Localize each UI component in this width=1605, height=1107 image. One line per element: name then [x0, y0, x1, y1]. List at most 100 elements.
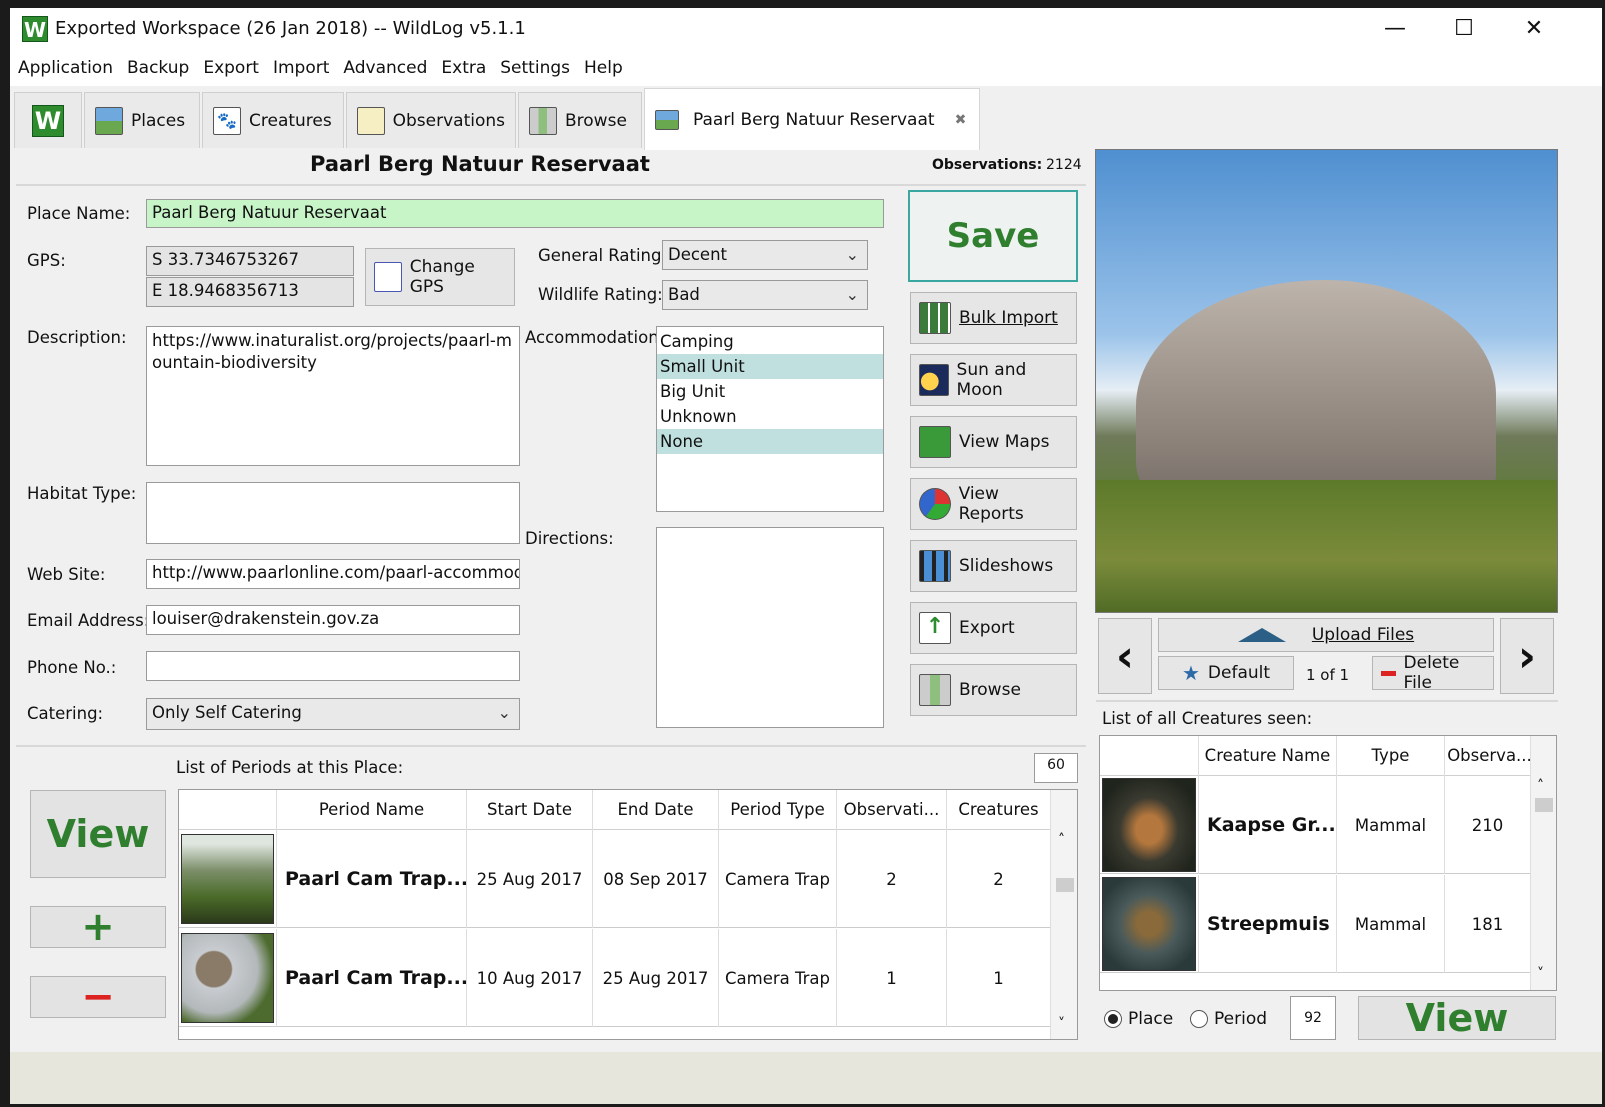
place-icon: [655, 109, 679, 130]
table-row[interactable]: Kaapse Gr... Mammal 210: [1100, 776, 1530, 874]
view-creature-button[interactable]: View: [1358, 996, 1556, 1040]
tab-browse-label: Browse: [565, 110, 627, 131]
creatures-divider: [1096, 700, 1558, 702]
next-image-button[interactable]: ›: [1500, 618, 1554, 694]
scroll-down-icon[interactable]: ˅: [1058, 1016, 1065, 1032]
directions-label: Directions:: [525, 529, 614, 548]
close-window-button[interactable]: ✕: [1504, 8, 1564, 50]
menu-advanced[interactable]: Advanced: [336, 50, 434, 86]
description-textarea[interactable]: https://www.inaturalist.org/projects/paa…: [146, 326, 520, 466]
column-header-type[interactable]: Type: [1336, 736, 1444, 776]
column-header-start-date[interactable]: Start Date: [466, 790, 592, 830]
creature-observations-cell: 210: [1444, 776, 1530, 874]
slideshows-label: Slideshows: [959, 556, 1054, 576]
column-header-creatures[interactable]: Creatures: [946, 790, 1050, 830]
tab-places-label: Places: [131, 110, 186, 131]
accommodation-option-small-unit[interactable]: Small Unit: [657, 354, 883, 379]
bulk-import-label: Bulk Import: [959, 308, 1058, 328]
menu-application[interactable]: Application: [11, 50, 120, 86]
column-header-period-name[interactable]: Period Name: [276, 790, 466, 830]
phone-input[interactable]: [146, 651, 520, 681]
filter-place-radio[interactable]: Place: [1104, 1009, 1173, 1029]
accommodation-option-unknown[interactable]: Unknown: [657, 404, 883, 429]
column-header-end-date[interactable]: End Date: [592, 790, 718, 830]
bulk-import-button[interactable]: Bulk Import: [910, 292, 1077, 344]
scroll-thumb[interactable]: [1056, 878, 1074, 892]
periods-divider: [16, 745, 1086, 747]
change-gps-button[interactable]: Change GPS: [365, 248, 515, 306]
tab-places[interactable]: Places: [84, 92, 200, 148]
accommodation-option-camping[interactable]: Camping: [657, 329, 883, 354]
sun-and-moon-button[interactable]: Sun and Moon: [910, 354, 1077, 406]
view-maps-button[interactable]: View Maps: [910, 416, 1077, 468]
minus-icon: [1381, 670, 1396, 676]
period-type-cell: Camera Trap: [718, 929, 836, 1027]
habitat-type-textarea[interactable]: [146, 482, 520, 544]
menu-settings[interactable]: Settings: [493, 50, 577, 86]
menu-import[interactable]: Import: [266, 50, 336, 86]
window-title: Exported Workspace (26 Jan 2018) -- Wild…: [55, 18, 526, 39]
menu-extra[interactable]: Extra: [434, 50, 493, 86]
star-icon: ★: [1181, 661, 1200, 685]
directions-textarea[interactable]: [656, 527, 884, 728]
accommodation-option-none[interactable]: None: [657, 429, 883, 454]
tab-home[interactable]: W: [14, 92, 82, 148]
export-arrow-icon: ↑: [919, 612, 951, 644]
general-rating-select[interactable]: Decent ⌄: [662, 240, 868, 270]
scroll-up-icon[interactable]: ˄: [1537, 778, 1544, 794]
view-reports-button[interactable]: View Reports: [910, 478, 1077, 530]
add-period-button[interactable]: +: [30, 904, 166, 950]
browse-icon: [529, 106, 557, 135]
accommodation-list[interactable]: Camping Small Unit Big Unit Unknown None: [656, 326, 884, 512]
sun-moon-icon: [919, 364, 949, 396]
column-header-creature-name[interactable]: Creature Name: [1198, 736, 1336, 776]
periods-scrollbar[interactable]: ˄ ˅: [1050, 790, 1077, 1039]
catering-select[interactable]: Only Self Catering ⌄: [146, 698, 520, 730]
menu-help[interactable]: Help: [577, 50, 630, 86]
column-header-period-type[interactable]: Period Type: [718, 790, 836, 830]
tab-browse[interactable]: Browse: [518, 92, 642, 148]
minimize-button[interactable]: —: [1365, 8, 1425, 50]
table-row[interactable]: Paarl Cam Trap... 10 Aug 2017 25 Aug 201…: [179, 929, 1050, 1027]
filter-period-radio[interactable]: Period: [1190, 1009, 1267, 1029]
period-type-cell: Camera Trap: [718, 830, 836, 928]
maximize-button[interactable]: ☐: [1434, 8, 1494, 50]
accommodation-option-big-unit[interactable]: Big Unit: [657, 379, 883, 404]
column-header-observations[interactable]: Observati...: [836, 790, 946, 830]
scroll-up-icon[interactable]: ˄: [1058, 832, 1065, 848]
table-row[interactable]: Streepmuis Mammal 181: [1100, 875, 1530, 973]
menu-backup[interactable]: Backup: [120, 50, 196, 86]
browse-label: Browse: [959, 680, 1021, 700]
website-input[interactable]: http://www.paarlonline.com/paarl-accommo…: [146, 559, 520, 589]
scroll-down-icon[interactable]: ˅: [1537, 966, 1544, 982]
tab-place-detail[interactable]: Paarl Berg Natuur Reservaat ✖: [644, 88, 980, 150]
tab-observations[interactable]: Observations: [346, 92, 516, 148]
creature-thumbnail: [1102, 877, 1196, 971]
previous-image-button[interactable]: ‹: [1098, 618, 1152, 694]
start-date-cell: 10 Aug 2017: [466, 929, 592, 1027]
menu-export[interactable]: Export: [196, 50, 266, 86]
filter-period-label: Period: [1214, 1009, 1268, 1029]
table-row[interactable]: Paarl Cam Trap... 25 Aug 2017 08 Sep 201…: [179, 830, 1050, 928]
column-header-observations[interactable]: Observa...: [1444, 736, 1534, 776]
export-button[interactable]: ↑ Export: [910, 602, 1077, 654]
browse-button[interactable]: Browse: [910, 664, 1077, 716]
close-tab-icon[interactable]: ✖: [955, 112, 967, 128]
header-divider: [16, 184, 1086, 186]
save-button[interactable]: Save: [908, 190, 1078, 282]
bulk-import-icon: [919, 302, 951, 334]
default-image-button[interactable]: ★ Default: [1158, 656, 1294, 690]
tab-creatures[interactable]: 🐾 Creatures: [202, 92, 344, 148]
slideshows-button[interactable]: Slideshows: [910, 540, 1077, 592]
delete-file-button[interactable]: Delete File: [1372, 653, 1494, 693]
periods-count: 60: [1034, 753, 1078, 783]
view-period-button[interactable]: View: [30, 790, 166, 878]
period-name-cell: Paarl Cam Trap...: [276, 830, 466, 928]
wildlife-rating-select[interactable]: Bad ⌄: [662, 280, 868, 310]
scroll-thumb[interactable]: [1535, 798, 1553, 812]
creatures-scrollbar[interactable]: ˄ ˅: [1530, 736, 1556, 990]
email-input[interactable]: louiser@drakenstein.gov.za: [146, 605, 520, 635]
remove-period-button[interactable]: −: [30, 974, 166, 1020]
place-name-input[interactable]: Paarl Berg Natuur Reservaat: [146, 199, 884, 228]
upload-files-button[interactable]: Upload Files: [1158, 618, 1494, 652]
